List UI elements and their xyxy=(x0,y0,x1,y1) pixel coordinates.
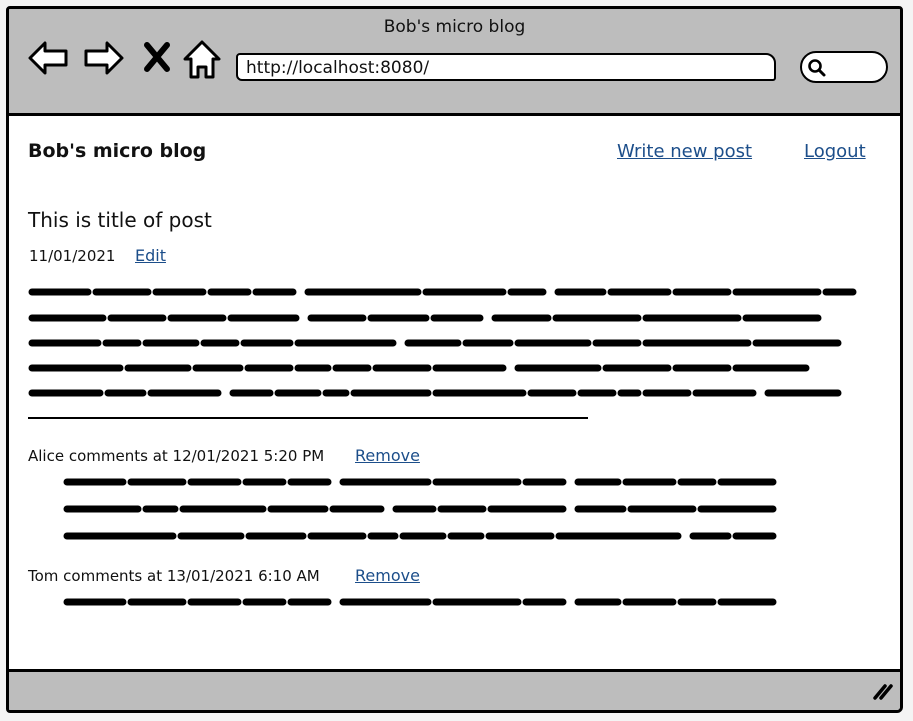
comment-body-placeholder xyxy=(63,478,777,540)
back-arrow-icon[interactable] xyxy=(27,37,69,79)
search-input[interactable] xyxy=(800,51,888,83)
comment-heading: Alice comments at 12/01/2021 5:20 PM xyxy=(28,447,325,465)
browser-window: Bob's micro blog http://localhost:8080/ … xyxy=(6,6,903,713)
comment-body-placeholder xyxy=(63,598,777,606)
address-bar[interactable]: http://localhost:8080/ xyxy=(236,53,776,81)
window-title: Bob's micro blog xyxy=(383,17,526,37)
home-icon[interactable] xyxy=(181,37,223,79)
comment-heading: Tom comments at 13/01/2021 6:10 AM xyxy=(28,567,320,585)
search-icon xyxy=(807,58,827,82)
edit-post-link[interactable]: Edit xyxy=(135,246,166,265)
write-new-post-link[interactable]: Write new post xyxy=(617,141,752,162)
page-content: Bob's micro blog Write new post Logout T… xyxy=(9,116,900,670)
close-icon[interactable] xyxy=(141,37,173,79)
logout-link[interactable]: Logout xyxy=(804,141,866,162)
status-bar xyxy=(9,669,900,710)
forward-arrow-icon[interactable] xyxy=(83,37,125,79)
site-brand[interactable]: Bob's micro blog xyxy=(28,140,206,162)
post-title: This is title of post xyxy=(28,208,212,232)
browser-toolbar: Bob's micro blog http://localhost:8080/ xyxy=(9,9,900,116)
post-divider xyxy=(28,417,588,419)
resize-grip-icon[interactable] xyxy=(872,682,894,704)
post-date: 11/01/2021 xyxy=(29,247,116,265)
remove-comment-link[interactable]: Remove xyxy=(355,566,420,585)
remove-comment-link[interactable]: Remove xyxy=(355,446,420,465)
post-body-placeholder xyxy=(28,288,857,397)
